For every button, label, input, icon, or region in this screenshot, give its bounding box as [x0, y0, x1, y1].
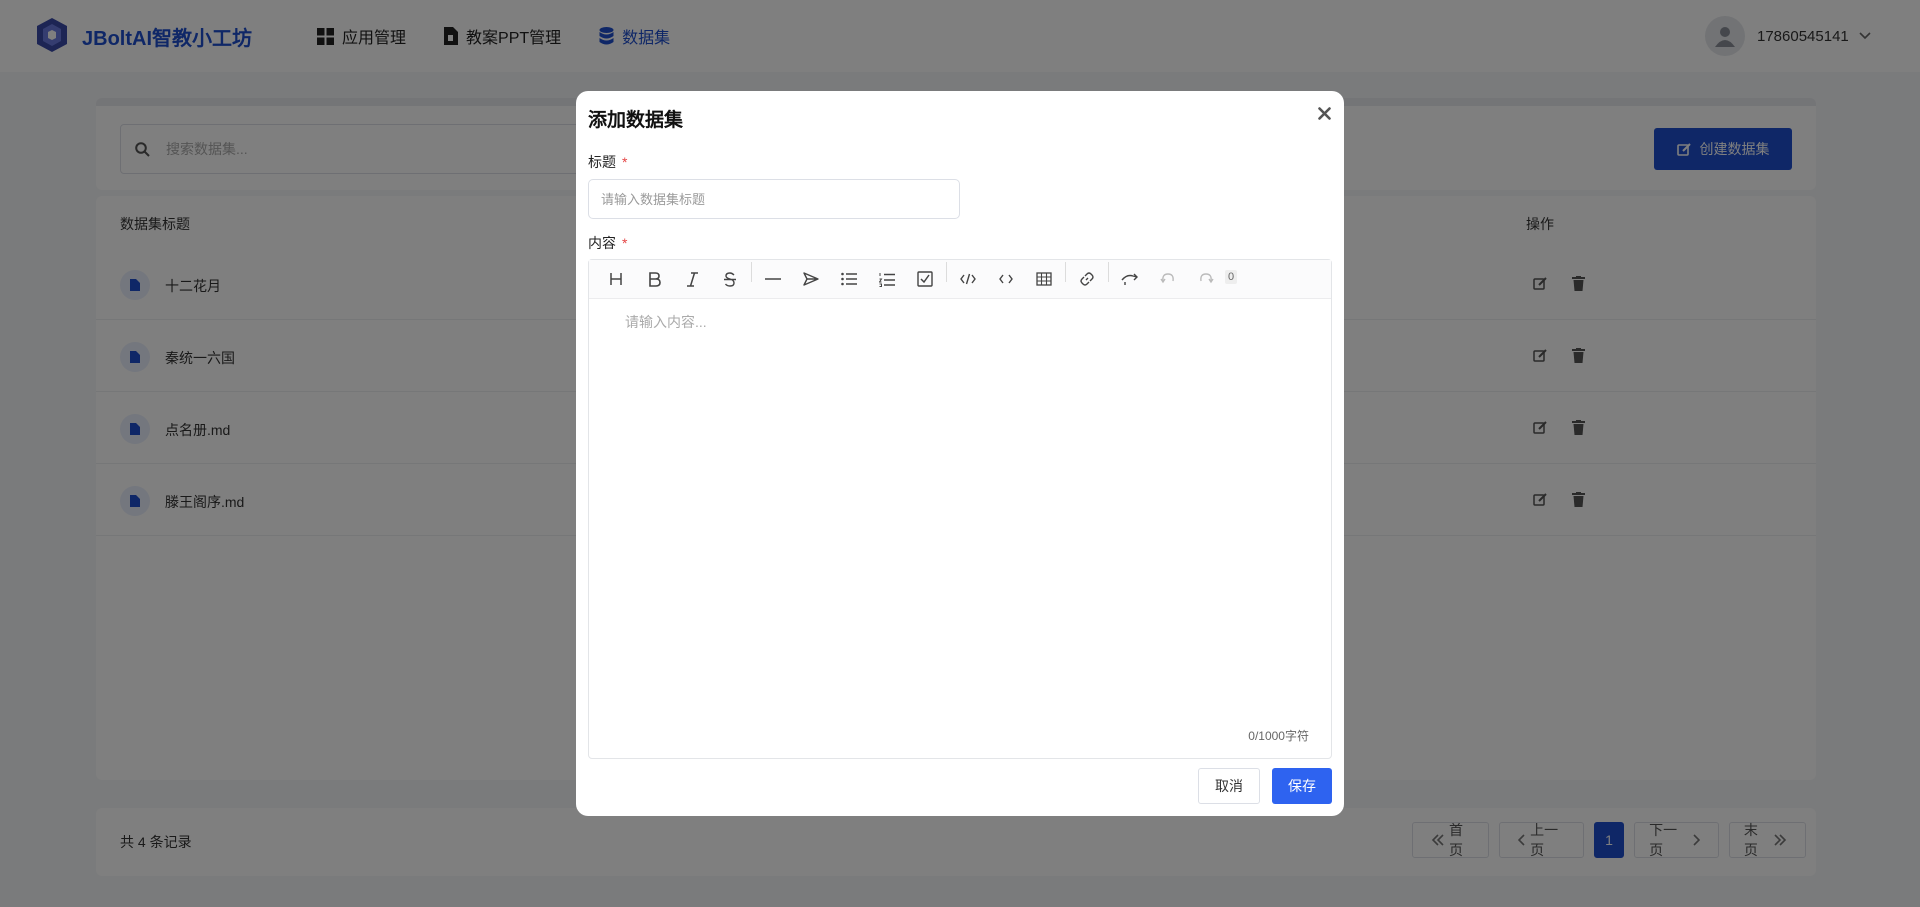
- bullet-list-icon[interactable]: [830, 260, 868, 298]
- character-counter: 0/1000字符: [1248, 729, 1309, 743]
- content-field-label: 内容 *: [588, 233, 627, 253]
- required-mark: *: [622, 154, 628, 170]
- strikethrough-icon[interactable]: [711, 260, 749, 298]
- heading-icon[interactable]: [597, 260, 635, 298]
- code-block-icon[interactable]: [949, 260, 987, 298]
- toolbar-divider: [751, 262, 752, 282]
- word-count-badge: 0: [1225, 270, 1238, 284]
- dialog-title: 添加数据集: [588, 110, 684, 131]
- title-field-label: 标题 *: [588, 152, 627, 172]
- save-button[interactable]: 保存: [1272, 768, 1332, 804]
- undo-icon[interactable]: [1149, 260, 1187, 298]
- redo-icon[interactable]: [1187, 260, 1225, 298]
- horizontal-rule-icon[interactable]: [754, 260, 792, 298]
- content-placeholder: 请输入内容...: [625, 314, 707, 330]
- editor-toolbar: 0: [589, 260, 1331, 299]
- inline-code-icon[interactable]: [987, 260, 1025, 298]
- toolbar-divider: [946, 262, 947, 282]
- content-label-text: 内容: [588, 235, 616, 251]
- cancel-button[interactable]: 取消: [1198, 768, 1260, 804]
- table-icon[interactable]: [1025, 260, 1063, 298]
- link-icon[interactable]: [1068, 260, 1106, 298]
- italic-icon[interactable]: [673, 260, 711, 298]
- checklist-icon[interactable]: [906, 260, 944, 298]
- add-dataset-dialog: 添加数据集 标题 * 内容 * 0: [576, 91, 1344, 816]
- close-icon[interactable]: [1314, 103, 1334, 123]
- bold-icon[interactable]: [635, 260, 673, 298]
- ordered-list-icon[interactable]: [868, 260, 906, 298]
- insert-tool-icon[interactable]: [1111, 260, 1149, 298]
- required-mark: *: [622, 235, 628, 251]
- toolbar-divider: [1065, 262, 1066, 282]
- toolbar-divider: [1108, 262, 1109, 282]
- title-input[interactable]: [588, 179, 960, 219]
- quote-icon[interactable]: [792, 260, 830, 298]
- markdown-editor[interactable]: 0 请输入内容... 0/1000字符: [588, 259, 1332, 759]
- title-label-text: 标题: [588, 154, 616, 170]
